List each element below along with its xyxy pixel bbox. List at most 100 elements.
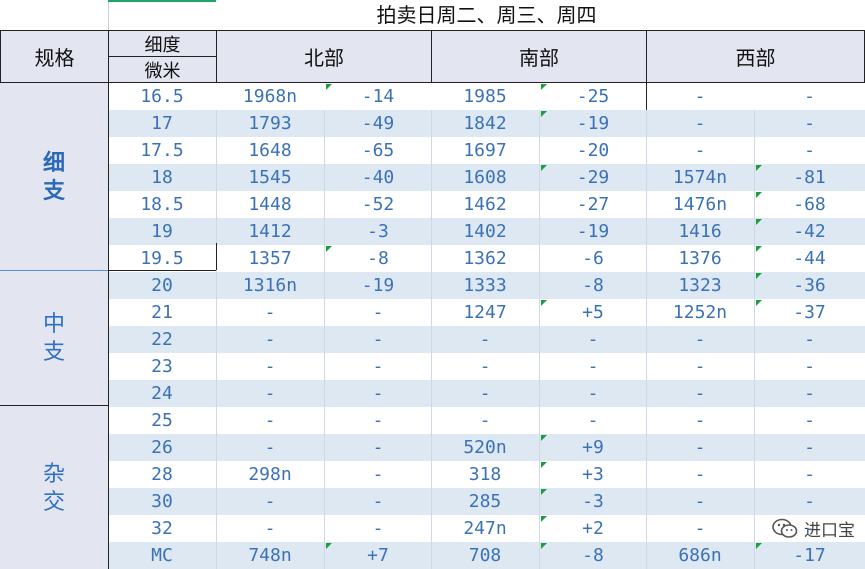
cell-west-change[interactable]: -36	[754, 272, 865, 299]
cell-north-change[interactable]: +7	[324, 542, 432, 569]
cell-south-change[interactable]: +5	[539, 299, 647, 326]
cell-south-price[interactable]: 1608	[431, 164, 539, 191]
cell-north-price[interactable]: -	[216, 380, 324, 407]
cell-fineness[interactable]: 17	[108, 110, 216, 137]
cell-west-change[interactable]: -17	[754, 542, 865, 569]
cell-north-price[interactable]: 748n	[216, 542, 324, 569]
cell-west-price[interactable]: -	[646, 83, 754, 110]
cell-south-price[interactable]: -	[431, 353, 539, 380]
cell-fineness[interactable]: 32	[108, 515, 216, 542]
cell-south-change[interactable]: -19	[539, 218, 647, 245]
cell-south-change[interactable]: +3	[539, 461, 647, 488]
cell-south-price[interactable]: 708	[431, 542, 539, 569]
cell-fineness[interactable]: 20	[108, 272, 216, 299]
cell-south-price[interactable]: 1333	[431, 272, 539, 299]
cell-south-price[interactable]: 318	[431, 461, 539, 488]
cell-north-change[interactable]: -	[324, 407, 432, 434]
cell-west-price[interactable]: 1416	[646, 218, 754, 245]
cell-fineness[interactable]: 26	[108, 434, 216, 461]
cell-north-change[interactable]: -8	[324, 245, 432, 272]
cell-north-price[interactable]: 1648	[216, 137, 324, 164]
cell-west-change[interactable]: -	[754, 83, 865, 110]
cell-west-change[interactable]: -	[754, 380, 865, 407]
cell-south-change[interactable]: +2	[539, 515, 647, 542]
cell-north-price[interactable]: 1968n	[216, 83, 324, 110]
cell-north-price[interactable]: 1448	[216, 191, 324, 218]
cell-north-change[interactable]: -52	[324, 191, 432, 218]
cell-fineness[interactable]: 18	[108, 164, 216, 191]
cell-west-change[interactable]: -68	[754, 191, 865, 218]
cell-west-price[interactable]: -	[646, 110, 754, 137]
cell-north-price[interactable]: -	[216, 434, 324, 461]
cell-west-price[interactable]: -	[646, 434, 754, 461]
cell-south-change[interactable]: -	[539, 353, 647, 380]
cell-west-change[interactable]: -44	[754, 245, 865, 272]
cell-west-change[interactable]: -37	[754, 299, 865, 326]
cell-south-change[interactable]: -8	[539, 542, 647, 569]
cell-north-change[interactable]: -	[324, 515, 432, 542]
cell-west-change[interactable]: -	[754, 461, 865, 488]
cell-south-change[interactable]: -25	[539, 83, 647, 110]
cell-west-price[interactable]: 1476n	[646, 191, 754, 218]
cell-south-change[interactable]: -3	[539, 488, 647, 515]
cell-west-change[interactable]: -	[754, 434, 865, 461]
cell-north-change[interactable]: -3	[324, 218, 432, 245]
cell-south-change[interactable]: -	[539, 380, 647, 407]
cell-north-change[interactable]: -	[324, 353, 432, 380]
cell-fineness[interactable]: 16.5	[108, 83, 216, 110]
cell-north-price[interactable]: -	[216, 299, 324, 326]
cell-fineness[interactable]: 21	[108, 299, 216, 326]
cell-west-price[interactable]: 1574n	[646, 164, 754, 191]
cell-north-change[interactable]: -	[324, 434, 432, 461]
cell-fineness[interactable]: 17.5	[108, 137, 216, 164]
cell-south-price[interactable]: 520n	[431, 434, 539, 461]
cell-south-price[interactable]: 1462	[431, 191, 539, 218]
cell-west-change[interactable]: -42	[754, 218, 865, 245]
cell-south-price[interactable]: 1402	[431, 218, 539, 245]
cell-north-change[interactable]: -	[324, 461, 432, 488]
cell-south-change[interactable]: -29	[539, 164, 647, 191]
cell-fineness[interactable]: 23	[108, 353, 216, 380]
cell-west-change[interactable]: -	[754, 515, 865, 542]
cell-west-price[interactable]: -	[646, 380, 754, 407]
cell-south-change[interactable]: -19	[539, 110, 647, 137]
cell-fineness[interactable]: 19.5	[108, 245, 216, 272]
cell-south-price[interactable]: 1362	[431, 245, 539, 272]
cell-north-change[interactable]: -19	[324, 272, 432, 299]
cell-north-price[interactable]: -	[216, 326, 324, 353]
cell-north-change[interactable]: -49	[324, 110, 432, 137]
cell-north-price[interactable]: -	[216, 407, 324, 434]
cell-west-change[interactable]: -	[754, 488, 865, 515]
cell-south-price[interactable]: 1697	[431, 137, 539, 164]
cell-north-price[interactable]: 1357	[216, 245, 324, 272]
cell-west-change[interactable]: -	[754, 326, 865, 353]
cell-south-price[interactable]: 1247	[431, 299, 539, 326]
cell-north-change[interactable]: -14	[324, 83, 432, 110]
cell-fineness[interactable]: 30	[108, 488, 216, 515]
cell-north-price[interactable]: -	[216, 515, 324, 542]
cell-north-price[interactable]: 298n	[216, 461, 324, 488]
cell-south-price[interactable]: 285	[431, 488, 539, 515]
cell-west-price[interactable]: -	[646, 353, 754, 380]
cell-north-price[interactable]: 1545	[216, 164, 324, 191]
cell-west-change[interactable]: -	[754, 137, 865, 164]
cell-west-price[interactable]: -	[646, 488, 754, 515]
cell-south-price[interactable]: -	[431, 326, 539, 353]
cell-west-price[interactable]: 1323	[646, 272, 754, 299]
cell-north-change[interactable]: -65	[324, 137, 432, 164]
cell-south-price[interactable]: -	[431, 380, 539, 407]
cell-south-price[interactable]: -	[431, 407, 539, 434]
cell-west-change[interactable]: -81	[754, 164, 865, 191]
cell-north-price[interactable]: 1793	[216, 110, 324, 137]
cell-south-price[interactable]: 247n	[431, 515, 539, 542]
cell-fineness[interactable]: 22	[108, 326, 216, 353]
cell-south-price[interactable]: 1842	[431, 110, 539, 137]
cell-north-change[interactable]: -	[324, 326, 432, 353]
cell-north-price[interactable]: -	[216, 353, 324, 380]
cell-west-change[interactable]: -	[754, 353, 865, 380]
cell-west-price[interactable]: -	[646, 461, 754, 488]
cell-west-price[interactable]: -	[646, 326, 754, 353]
cell-west-price[interactable]: -	[646, 407, 754, 434]
cell-fineness[interactable]: 25	[108, 407, 216, 434]
cell-south-price[interactable]: 1985	[431, 83, 539, 110]
